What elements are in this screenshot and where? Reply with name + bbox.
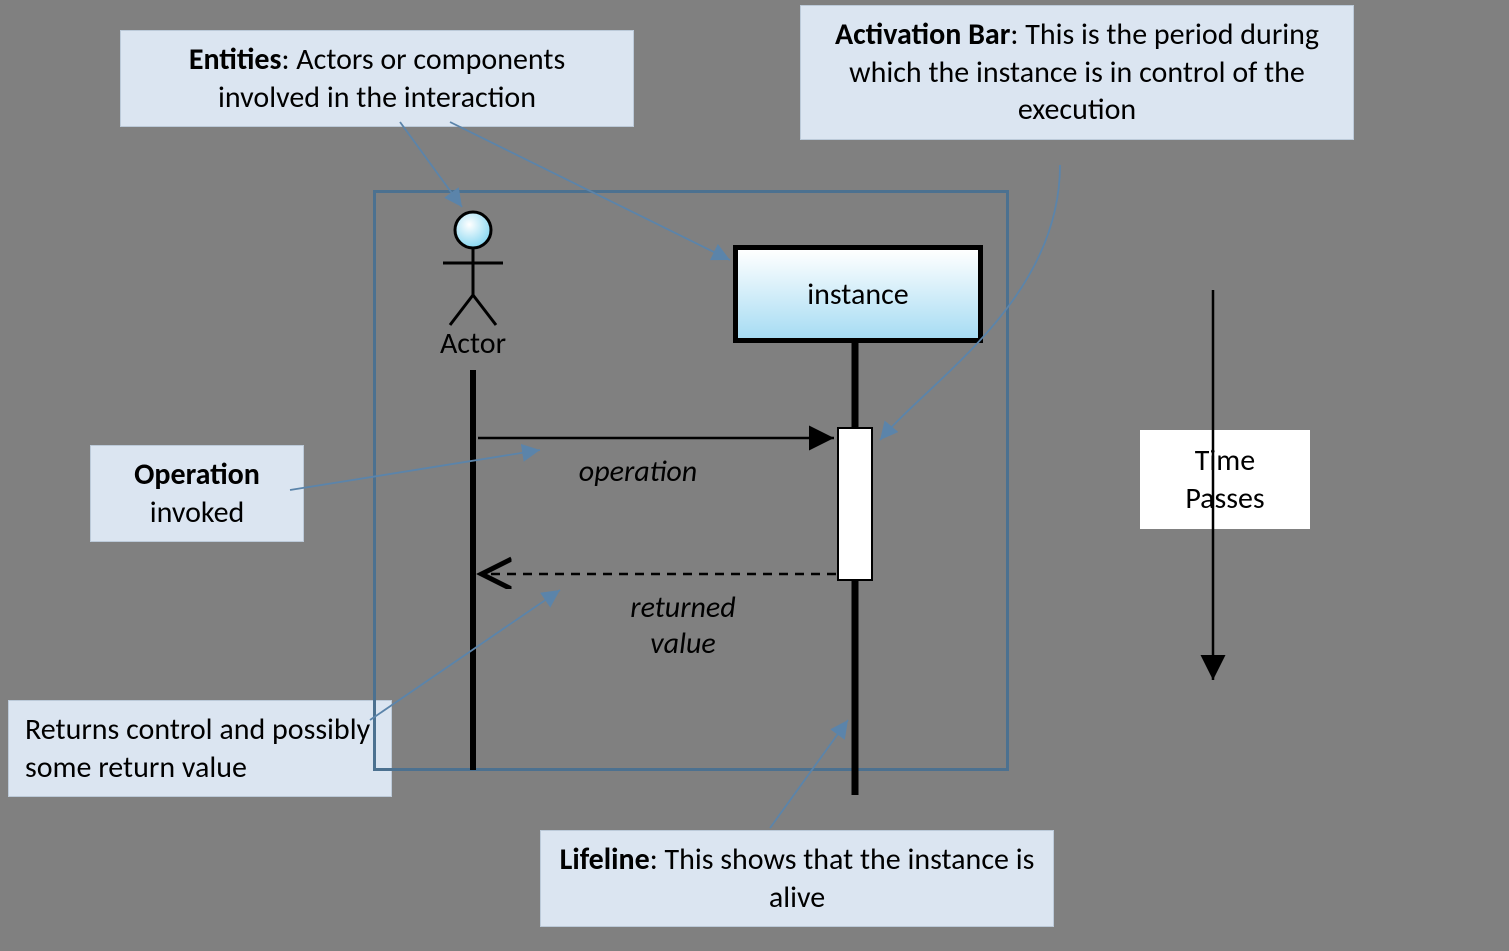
time-line1: Time (1160, 442, 1290, 480)
callout-activation-title: Activation Bar (835, 16, 1010, 53)
return-label-line2: value (603, 626, 763, 662)
callout-returns: Returns control and possibly some return… (8, 700, 392, 797)
operation-message-label: operation (558, 454, 718, 490)
callout-entities-title: Entities (189, 41, 282, 78)
instance-label: instance (807, 276, 908, 313)
callout-lifeline: Lifeline: This shows that the instance i… (540, 830, 1054, 927)
callout-operation-desc: invoked (107, 494, 287, 532)
time-passes-label: Time Passes (1140, 430, 1310, 529)
actor-label: Actor (428, 325, 518, 362)
callout-activation: Activation Bar: This is the period durin… (800, 5, 1354, 140)
callout-operation-title: Operation (134, 456, 260, 493)
callout-returns-desc: Returns control and possibly some return… (25, 711, 370, 786)
callout-entities: Entities: Actors or components involved … (120, 30, 634, 127)
return-message-label: returned value (603, 590, 763, 662)
time-line2: Passes (1160, 480, 1290, 518)
return-label-line1: returned (603, 590, 763, 626)
instance-box: instance (733, 245, 983, 343)
callout-lifeline-desc: : This shows that the instance is alive (650, 841, 1035, 916)
callout-operation: Operation invoked (90, 445, 304, 542)
callout-lifeline-title: Lifeline (560, 841, 650, 878)
